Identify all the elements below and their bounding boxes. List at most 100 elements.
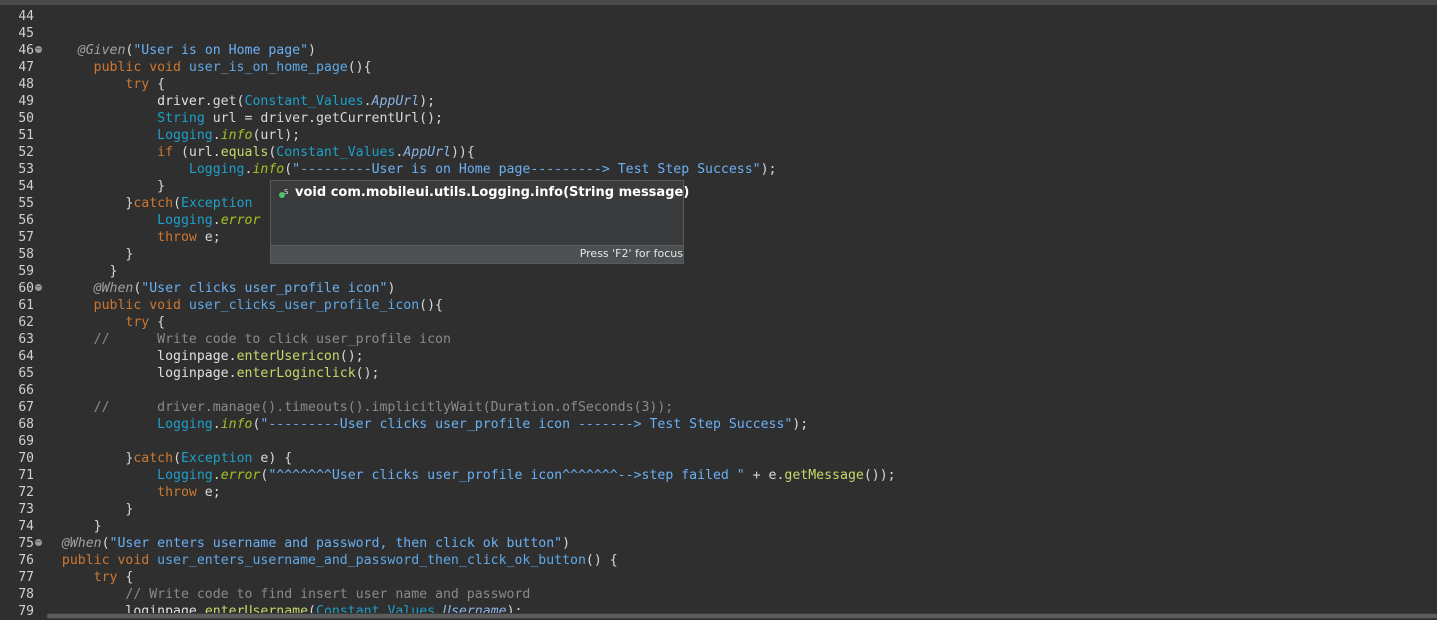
line-number: 66 — [18, 383, 34, 398]
code-line[interactable]: 44 — [0, 8, 1437, 25]
line-number: 75 — [18, 536, 34, 551]
code-line[interactable]: 52 if (url.equals(Constant_Values.AppUrl… — [0, 144, 1437, 161]
line-number: 78 — [18, 587, 34, 602]
line-number: 77 — [18, 570, 34, 585]
fold-toggle-icon[interactable]: − — [35, 539, 42, 546]
code-text: try { — [46, 76, 165, 93]
code-line[interactable]: 45 — [0, 25, 1437, 42]
line-number: 52 — [18, 145, 34, 160]
code-line[interactable]: 61 public void user_clicks_user_profile_… — [0, 297, 1437, 314]
code-token: ); — [792, 417, 809, 432]
code-line[interactable]: 68 Logging.info("---------User clicks us… — [0, 416, 1437, 433]
code-token: (); — [355, 366, 380, 381]
code-token: "---------User clicks user_profile icon … — [260, 417, 793, 432]
code-line[interactable]: 58 } — [0, 246, 1437, 263]
code-token: (url. — [173, 145, 221, 160]
code-line[interactable]: 76 public void user_enters_username_and_… — [0, 552, 1437, 569]
code-line[interactable]: 49 driver.get(Constant_Values.AppUrl); — [0, 93, 1437, 110]
code-token: . — [212, 213, 221, 228]
code-token: if — [157, 145, 174, 160]
code-text: // Write code to find insert user name a… — [46, 586, 530, 603]
code-line[interactable]: 62 try { — [0, 314, 1437, 331]
code-token: throw — [157, 230, 197, 245]
code-line[interactable]: 71 Logging.error("^^^^^^^User clicks use… — [0, 467, 1437, 484]
code-line[interactable]: 60− @When("User clicks user_profile icon… — [0, 280, 1437, 297]
code-line[interactable]: 66 — [0, 382, 1437, 399]
code-line[interactable]: 47 public void user_is_on_home_page(){ — [0, 59, 1437, 76]
code-line[interactable]: 74 } — [0, 518, 1437, 535]
code-token: // driver.manage().timeouts().implicitly… — [93, 400, 674, 415]
code-line[interactable]: 65 loginpage.enterLoginclick(); — [0, 365, 1437, 382]
scrollbar-thumb[interactable] — [47, 614, 1437, 618]
code-line[interactable]: 73 } — [0, 501, 1437, 518]
code-text: public void user_clicks_user_profile_ico… — [46, 297, 443, 314]
code-token: Constant_Values — [276, 145, 396, 160]
code-line[interactable]: 54 } — [0, 178, 1437, 195]
code-line[interactable]: 59 } — [0, 263, 1437, 280]
code-token: (){ — [347, 60, 372, 75]
code-line[interactable]: 46− @Given("User is on Home page") — [0, 42, 1437, 59]
javadoc-hover-popup[interactable]: S void com.mobileui.utils.Logging.info(S… — [270, 180, 689, 264]
code-token: . — [363, 94, 372, 109]
code-token: ) — [387, 281, 396, 296]
code-token: equals — [220, 145, 269, 160]
horizontal-scrollbar[interactable] — [47, 613, 1437, 619]
code-text: public void user_is_on_home_page(){ — [46, 59, 372, 76]
code-editor[interactable]: 44 45 46− @Given("User is on Home page") 47… — [0, 5, 1437, 619]
code-token: "User enters username and password, then… — [109, 536, 563, 551]
line-number: 79 — [18, 604, 34, 619]
code-line[interactable]: 48 try { — [0, 76, 1437, 93]
code-token: (); — [339, 349, 364, 364]
line-number: 63 — [18, 332, 34, 347]
code-token: "^^^^^^^User clicks user_profile icon^^^… — [268, 468, 745, 483]
line-number: 47 — [18, 60, 34, 75]
code-token: . — [228, 366, 237, 381]
fold-toggle-icon[interactable]: − — [35, 46, 42, 53]
code-line[interactable]: 51 Logging.info(url); — [0, 127, 1437, 144]
code-token: info — [220, 417, 253, 432]
code-line[interactable]: 70 }catch(Exception e) { — [0, 450, 1437, 467]
code-line[interactable]: 55 }catch(Exception — [0, 195, 1437, 212]
code-text: try { — [46, 569, 134, 586]
code-token: (){ — [419, 298, 443, 313]
line-number: 69 — [18, 434, 34, 449]
code-token: user_enters_username_and_password_then_c… — [157, 553, 586, 568]
fold-toggle-icon[interactable]: − — [35, 284, 42, 291]
code-line[interactable]: 75− @When("User enters username and pass… — [0, 535, 1437, 552]
line-number: 54 — [18, 179, 34, 194]
code-line[interactable]: 64 loginpage.enterUsericon(); — [0, 348, 1437, 365]
line-number: 46 — [18, 43, 34, 58]
code-line[interactable]: 57 throw e; — [0, 229, 1437, 246]
code-token: try — [125, 77, 150, 92]
code-token: ) — [308, 43, 316, 58]
code-line[interactable]: 56 Logging.error age()); — [0, 212, 1437, 229]
code-line[interactable]: 50 String url = driver.getCurrentUrl(); — [0, 110, 1437, 127]
code-token: ( — [173, 451, 182, 466]
code-line[interactable]: 63 // Write code to click user_profile i… — [0, 331, 1437, 348]
code-token: () { — [585, 553, 618, 568]
code-token: ); — [419, 94, 436, 109]
code-line[interactable]: 53 Logging.info("---------User is on Hom… — [0, 161, 1437, 178]
line-number: 70 — [18, 451, 34, 466]
code-token: } — [125, 247, 134, 262]
line-number: 55 — [18, 196, 34, 211]
code-token: loginpage — [157, 366, 229, 381]
code-token: enterUsericon — [236, 349, 340, 364]
code-line[interactable]: 69 — [0, 433, 1437, 450]
code-line[interactable]: 67 // driver.manage().timeouts().implici… — [0, 399, 1437, 416]
code-text: } — [46, 178, 165, 195]
line-number: 53 — [18, 162, 34, 177]
code-line[interactable]: 78 // Write code to find insert user nam… — [0, 586, 1437, 603]
code-line[interactable]: 72 throw e; — [0, 484, 1437, 501]
code-text: @When("User clicks user_profile icon") — [46, 280, 396, 297]
code-line[interactable]: 77 try { — [0, 569, 1437, 586]
code-token: "User clicks user_profile icon" — [141, 281, 388, 296]
